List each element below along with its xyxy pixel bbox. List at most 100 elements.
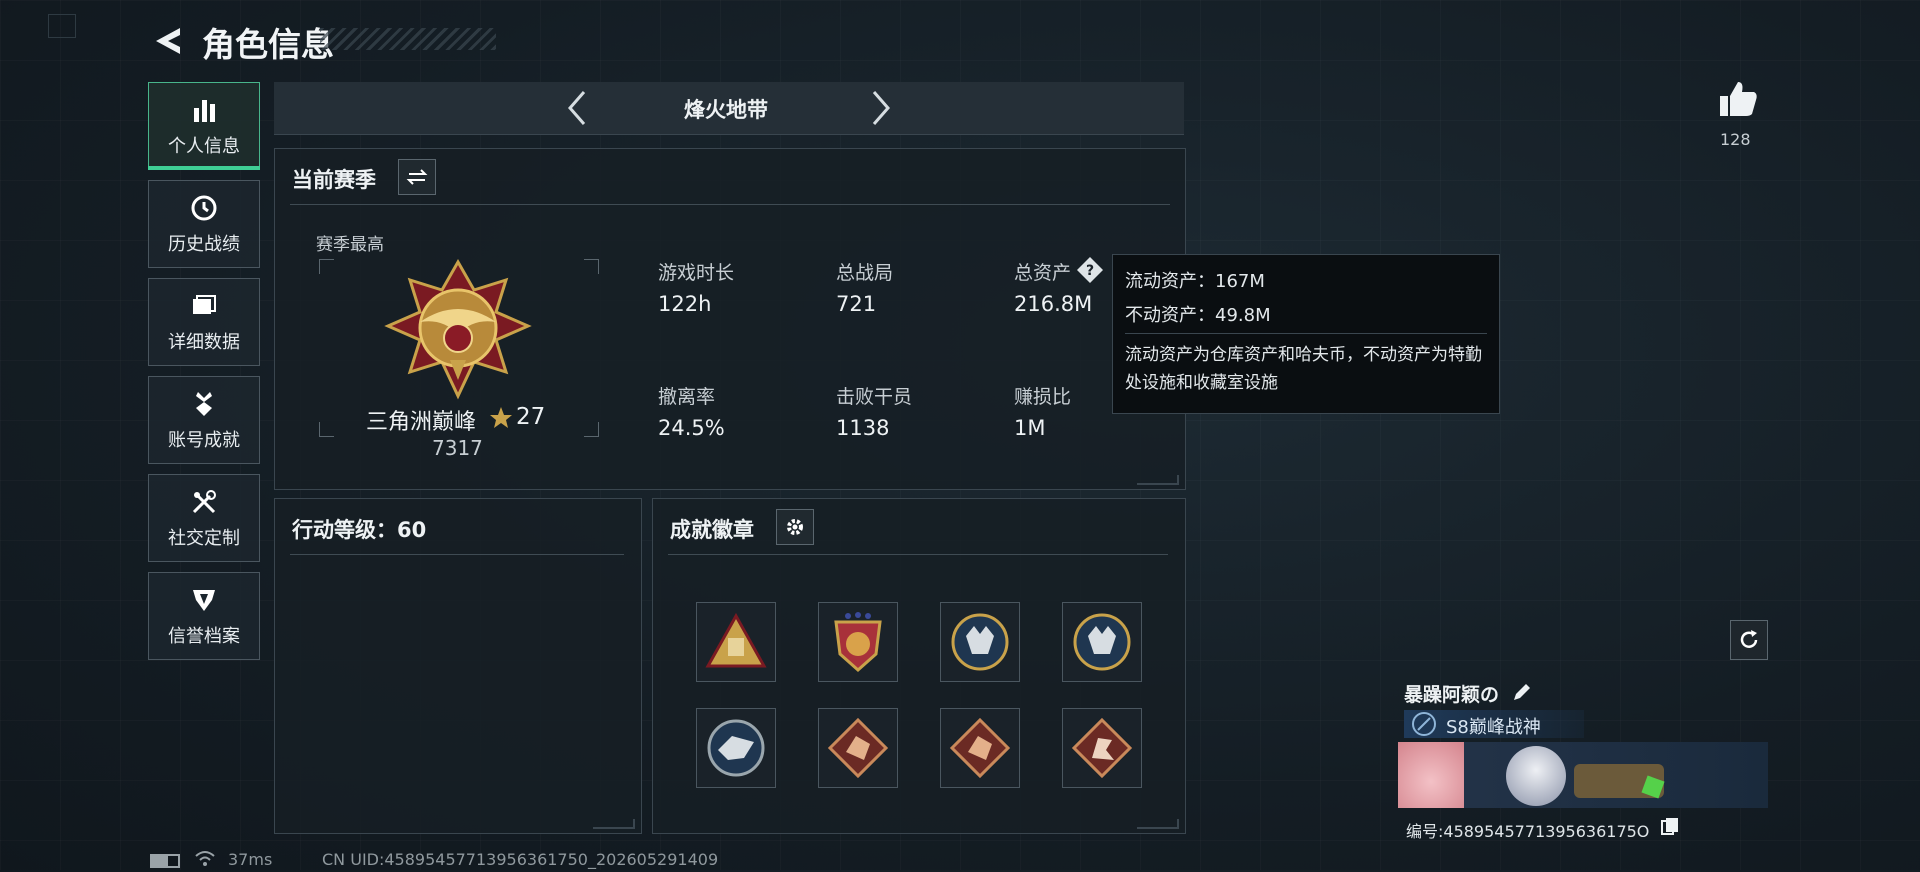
character-avatar (1506, 746, 1566, 806)
profile-name: 暴躁阿颖の (1404, 684, 1500, 706)
badge-slot-4[interactable] (1062, 602, 1142, 682)
badge-slot-8[interactable] (1062, 708, 1142, 788)
badges-divider (668, 554, 1168, 555)
badges-settings-button[interactable] (776, 509, 814, 545)
sidebar-item-achievements[interactable]: 账号成就 (148, 376, 260, 464)
rank-name: 三角洲巅峰 (366, 410, 477, 435)
sidebar-item-personal-info[interactable]: 个人信息 (148, 82, 260, 170)
triangle-crate-badge-icon (705, 612, 767, 668)
stat-value-matches: 721 (836, 292, 877, 316)
ping-text: 37ms (228, 850, 273, 869)
clock-icon (186, 192, 222, 224)
stat-value-playtime: 122h (658, 292, 712, 316)
rank-points: 7317 (432, 436, 483, 460)
sidebar-item-social[interactable]: 社交定制 (148, 474, 260, 562)
wolf-round-badge-icon (951, 613, 1009, 671)
season-divider (290, 204, 1170, 205)
tools-icon (186, 486, 222, 518)
stat-label-matches: 总战局 (836, 262, 894, 284)
wolf-round-badge-icon (1073, 613, 1131, 671)
stat-label-profit-ratio: 赚损比 (1014, 386, 1072, 408)
page-title: 角色信息 (202, 25, 334, 64)
action-level-divider (290, 554, 624, 555)
stat-value-extract-rate: 24.5% (658, 416, 725, 440)
badges-title: 成就徽章 (670, 518, 754, 542)
stat-label-kills: 击败干员 (836, 386, 913, 408)
prev-mode-button[interactable] (562, 88, 594, 128)
back-button[interactable] (150, 22, 188, 60)
refresh-button[interactable] (1730, 620, 1768, 660)
folder-icon (186, 290, 222, 322)
sidebar-item-label: 信誉档案 (168, 626, 240, 647)
mode-label: 烽火地带 (684, 98, 768, 122)
copy-id-button[interactable] (1660, 816, 1680, 836)
stat-label-playtime: 游戏时长 (658, 262, 735, 284)
tooltip-divider (1125, 333, 1487, 334)
stat-value-assets: 216.8M (1014, 292, 1093, 316)
back-arrow-icon (156, 28, 180, 54)
shield-stars-badge-icon (834, 612, 882, 673)
profile-title: S8巅峰战神 (1446, 717, 1541, 738)
sidebar-item-label: 个人信息 (168, 136, 240, 157)
rank-stars: 27 (516, 404, 546, 430)
wolf-round-badge-icon (707, 719, 765, 777)
season-switch-button[interactable] (398, 159, 436, 195)
title-hatch-decoration (320, 28, 496, 50)
next-mode-button[interactable] (864, 88, 896, 128)
chevron-left-icon (568, 91, 586, 125)
badge-slot-6[interactable] (818, 708, 898, 788)
badge-slot-7[interactable] (940, 708, 1020, 788)
stat-value-profit-ratio: 1M (1014, 416, 1046, 440)
refresh-icon (1740, 630, 1758, 648)
badge-slot-5[interactable] (696, 708, 776, 788)
sidebar-item-detailed-data[interactable]: 详细数据 (148, 278, 260, 366)
badge-slot-1[interactable] (696, 602, 776, 682)
panel-corner-decoration (1137, 819, 1179, 829)
tooltip-liquid-assets: 流动资产：167M (1125, 271, 1265, 292)
badge-slot-2[interactable] (818, 602, 898, 682)
gear-icon (787, 519, 803, 535)
sidebar-item-label: 历史战绩 (168, 234, 240, 255)
copy-icon (1661, 818, 1678, 835)
profile-banner (1398, 742, 1768, 808)
action-level-panel (274, 498, 642, 834)
sidebar-item-history[interactable]: 历史战绩 (148, 180, 260, 268)
rank-emblem (378, 256, 538, 406)
stat-label-assets: 总资产 (1014, 262, 1072, 284)
assets-tooltip: 流动资产：167M 不动资产：49.8M 流动资产为仓库资产和哈夫币，不动资产为… (1112, 254, 1500, 414)
sidebar-item-reputation[interactable]: 信誉档案 (148, 572, 260, 660)
tooltip-fixed-assets: 不动资产：49.8M (1125, 305, 1271, 326)
season-title: 当前赛季 (292, 168, 376, 192)
dragon-diamond-badge-icon (827, 717, 889, 779)
dragon-diamond-badge-icon (949, 717, 1011, 779)
badge-slot-3[interactable] (940, 602, 1020, 682)
chevron-right-icon (872, 91, 890, 125)
tooltip-description: 流动资产为仓库资产和哈夫币，不动资产为特勤处设施和收藏室设施 (1125, 345, 1482, 393)
assets-help-icon[interactable]: ? (1076, 256, 1104, 284)
svg-text:?: ? (1086, 263, 1094, 279)
sidebar-item-label: 详细数据 (168, 332, 240, 353)
panel-corner-decoration (593, 819, 635, 829)
sidebar-item-label: 账号成就 (168, 430, 240, 451)
wifi-icon (194, 850, 216, 872)
action-level-title: 行动等级：60 (292, 518, 427, 542)
bar-chart-icon (186, 94, 222, 126)
sidebar-item-label: 社交定制 (168, 528, 240, 549)
swap-icon (406, 169, 428, 185)
thumbs-up-icon (1720, 82, 1757, 116)
corner-square-decoration (48, 14, 76, 38)
dragon-diamond-badge-icon (1071, 717, 1133, 779)
shield-icon (186, 584, 222, 616)
stat-value-kills: 1138 (836, 416, 890, 440)
rank-star-icon (488, 405, 514, 435)
battery-icon (150, 854, 180, 868)
medal-icon (186, 388, 222, 420)
cake-avatar (1398, 742, 1464, 808)
title-emblem-icon (1410, 710, 1438, 738)
pencil-icon (1514, 684, 1530, 700)
edit-name-button[interactable] (1510, 680, 1534, 704)
profile-id: 编号:4589545771395636175O (1406, 822, 1650, 841)
season-best-label: 赛季最高 (316, 235, 384, 255)
like-button[interactable] (1716, 78, 1760, 122)
panel-corner-decoration (1137, 475, 1179, 485)
